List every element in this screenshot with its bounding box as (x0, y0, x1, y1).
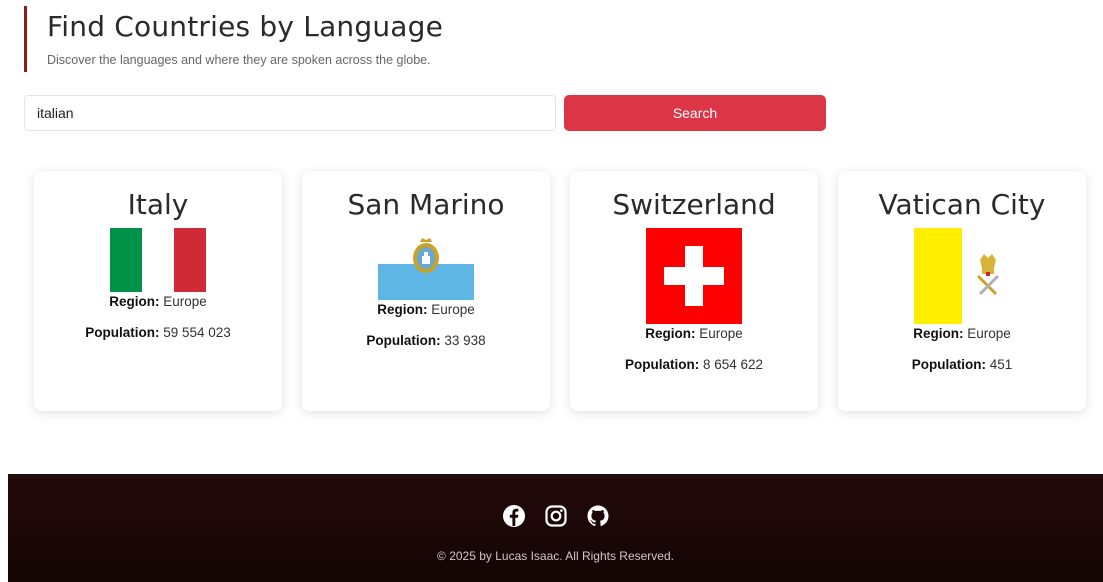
page-title: Find Countries by Language (47, 10, 444, 43)
country-card-san-marino[interactable]: San Marino Region: Europe Population: 33… (302, 171, 550, 411)
country-region: Region: Europe (109, 294, 207, 309)
switzerland-flag (646, 228, 742, 324)
country-population: Population: 59 554 023 (85, 325, 231, 340)
san-marino-flag (378, 228, 474, 300)
search-button[interactable]: Search (564, 95, 826, 131)
country-name: Italy (127, 188, 189, 221)
facebook-icon[interactable] (502, 504, 526, 528)
country-card-vatican-city[interactable]: Vatican City Region: Europe Population: … (838, 171, 1086, 411)
country-population: Population: 33 938 (366, 333, 486, 348)
page-header: Find Countries by Language Discover the … (24, 6, 443, 72)
country-name: San Marino (347, 188, 505, 221)
vatican-city-flag (914, 228, 1010, 324)
country-name: Switzerland (612, 188, 776, 221)
country-region: Region: Europe (645, 326, 743, 341)
page-subtitle: Discover the languages and where they ar… (47, 53, 431, 67)
country-population: Population: 451 (911, 357, 1013, 372)
country-population: Population: 8 654 622 (624, 357, 764, 372)
language-search-input[interactable] (24, 95, 556, 131)
country-card-italy[interactable]: Italy Region: Europe Population: 59 554 … (34, 171, 282, 411)
country-name: Vatican City (878, 188, 1046, 221)
instagram-icon[interactable] (544, 504, 568, 528)
country-card-switzerland[interactable]: Switzerland Region: Europe Population: 8… (570, 171, 818, 411)
italy-flag (110, 228, 206, 292)
country-region: Region: Europe (913, 326, 1011, 341)
github-icon[interactable] (586, 504, 610, 528)
copyright-text: © 2025 by Lucas Isaac. All Rights Reserv… (437, 549, 674, 563)
social-links (8, 504, 1103, 528)
page-footer: © 2025 by Lucas Isaac. All Rights Reserv… (8, 474, 1103, 582)
country-region: Region: Europe (377, 302, 475, 317)
